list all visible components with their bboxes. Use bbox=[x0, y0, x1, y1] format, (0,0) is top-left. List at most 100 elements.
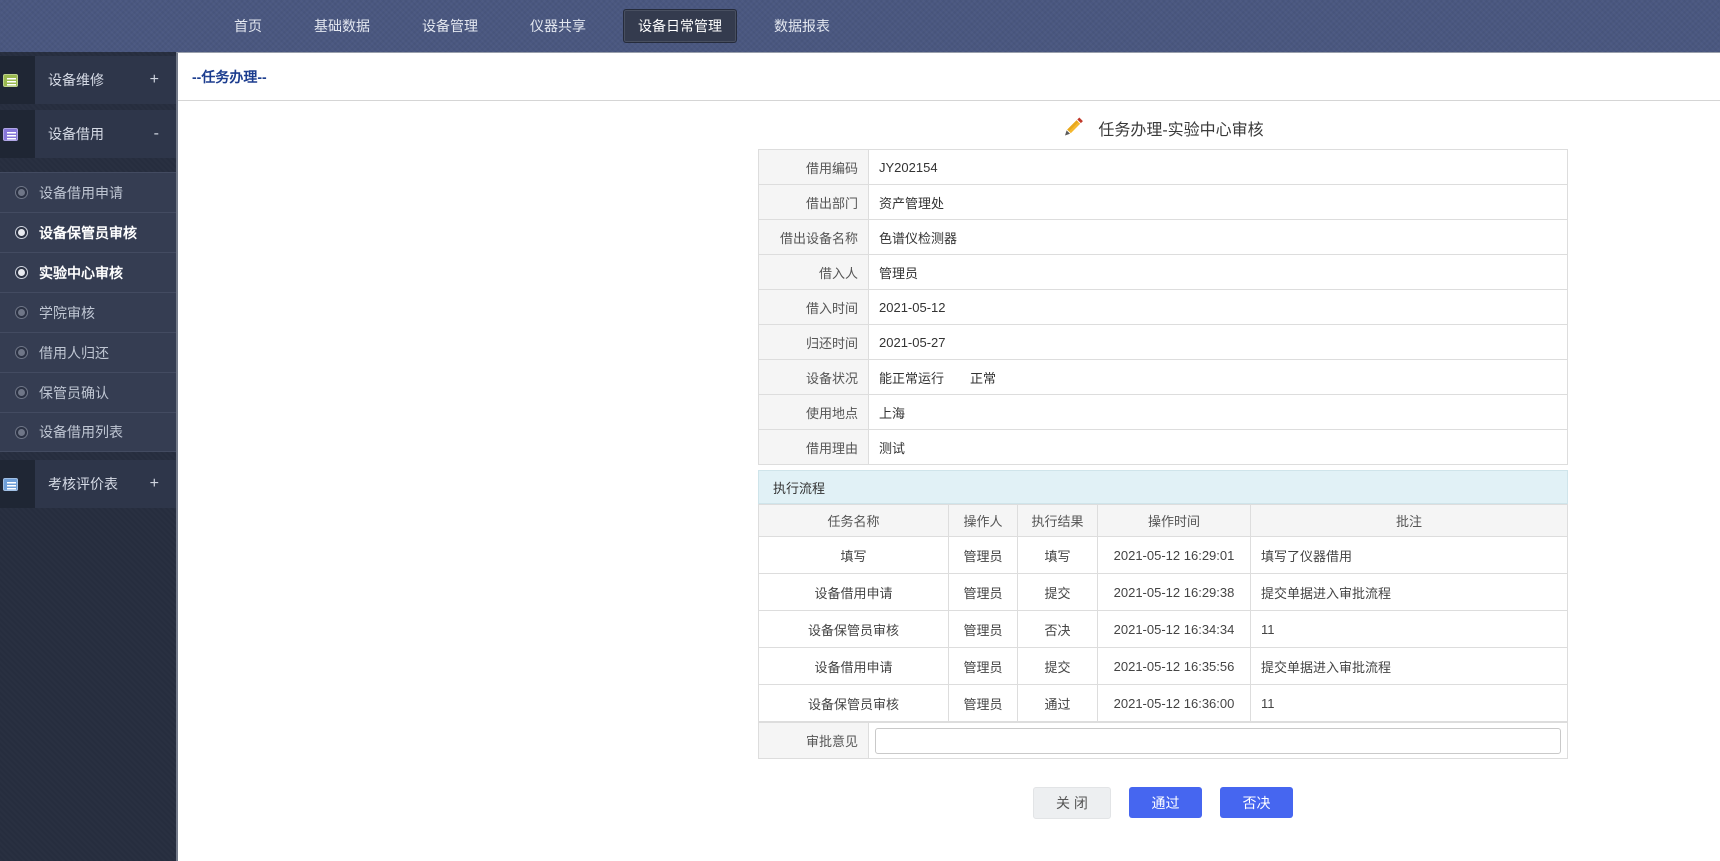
approval-comment-input[interactable] bbox=[875, 728, 1561, 754]
sidebar-item-custodian-confirm[interactable]: 保管员确认 bbox=[0, 372, 176, 412]
approve-button[interactable]: 通过 bbox=[1129, 787, 1202, 818]
field-value: JY202154 bbox=[869, 150, 1568, 185]
nav-item-daily-management[interactable]: 设备日常管理 bbox=[623, 9, 737, 43]
table-row: 使用地点上海 bbox=[759, 395, 1568, 430]
table-row: 借用理由测试 bbox=[759, 430, 1568, 465]
field-label: 借入时间 bbox=[759, 290, 869, 325]
field-value: 2021-05-27 bbox=[869, 325, 1568, 360]
sidebar-item-college-review[interactable]: 学院审核 bbox=[0, 292, 176, 332]
result-cell: 提交 bbox=[1018, 648, 1098, 685]
column-header: 操作人 bbox=[949, 505, 1018, 537]
field-label: 设备状况 bbox=[759, 360, 869, 395]
sidebar-group-label: 设备借用 bbox=[35, 110, 154, 158]
sidebar-item-label: 设备借用列表 bbox=[39, 422, 123, 442]
field-value: 上海 bbox=[869, 395, 1568, 430]
field-label: 借出部门 bbox=[759, 185, 869, 220]
bullet-icon bbox=[18, 269, 25, 276]
field-label: 借出设备名称 bbox=[759, 220, 869, 255]
table-row: 审批意见 bbox=[759, 723, 1568, 759]
time-cell: 2021-05-12 16:35:56 bbox=[1098, 648, 1251, 685]
result-cell: 填写 bbox=[1018, 537, 1098, 574]
expand-plus-icon: + bbox=[150, 460, 176, 508]
operator-cell: 管理员 bbox=[949, 574, 1018, 611]
sidebar-group-equipment-repair[interactable]: 设备维修 + bbox=[0, 56, 176, 104]
operator-cell: 管理员 bbox=[949, 685, 1018, 722]
sidebar-item-custodian-review[interactable]: 设备保管员审核 bbox=[0, 212, 176, 252]
expand-plus-icon: + bbox=[150, 56, 176, 104]
action-button-row: 关 闭 通过 否决 bbox=[758, 787, 1568, 819]
table-row: 借入时间2021-05-12 bbox=[759, 290, 1568, 325]
table-row: 借出设备名称色谱仪检测器 bbox=[759, 220, 1568, 255]
note-cell: 提交单据进入审批流程 bbox=[1251, 574, 1568, 611]
approval-label: 审批意见 bbox=[759, 723, 869, 759]
table-row: 填写 管理员 填写 2021-05-12 16:29:01 填写了仪器借用 bbox=[759, 537, 1568, 574]
column-header: 批注 bbox=[1251, 505, 1568, 537]
sidebar-item-label: 学院审核 bbox=[39, 303, 95, 323]
sidebar-group-evaluation-form[interactable]: 考核评价表 + bbox=[0, 460, 176, 508]
operator-cell: 管理员 bbox=[949, 537, 1018, 574]
note-cell: 提交单据进入审批流程 bbox=[1251, 648, 1568, 685]
table-row: 归还时间2021-05-27 bbox=[759, 325, 1568, 360]
sidebar-group-label: 设备维修 bbox=[35, 56, 150, 104]
result-cell: 通过 bbox=[1018, 685, 1098, 722]
task-name-cell: 设备保管员审核 bbox=[759, 611, 949, 648]
reject-button[interactable]: 否决 bbox=[1220, 787, 1293, 818]
sidebar-item-label: 保管员确认 bbox=[39, 383, 109, 403]
sidebar-item-label: 实验中心审核 bbox=[39, 263, 123, 283]
task-name-cell: 设备借用申请 bbox=[759, 648, 949, 685]
sidebar-item-borrow-apply[interactable]: 设备借用申请 bbox=[0, 172, 176, 212]
field-value: 2021-05-12 bbox=[869, 290, 1568, 325]
main-content: --任务办理-- 任务办理-实验中心审核 借用编码JY202154 借出部门资产… bbox=[176, 52, 1720, 861]
sidebar-item-borrower-return[interactable]: 借用人归还 bbox=[0, 332, 176, 372]
table-row: 设备保管员审核 管理员 否决 2021-05-12 16:34:34 11 bbox=[759, 611, 1568, 648]
approval-row: 审批意见 bbox=[758, 722, 1568, 759]
sidebar-item-lab-center-review[interactable]: 实验中心审核 bbox=[0, 252, 176, 292]
table-row: 借入人管理员 bbox=[759, 255, 1568, 290]
field-value: 能正常运行 正常 bbox=[869, 360, 1568, 395]
nav-item-basic-data[interactable]: 基础数据 bbox=[299, 9, 385, 43]
time-cell: 2021-05-12 16:34:34 bbox=[1098, 611, 1251, 648]
field-value: 测试 bbox=[869, 430, 1568, 465]
process-section-header: 执行流程 bbox=[758, 470, 1568, 504]
field-label: 借用编码 bbox=[759, 150, 869, 185]
field-label: 借用理由 bbox=[759, 430, 869, 465]
field-value: 资产管理处 bbox=[869, 185, 1568, 220]
operator-cell: 管理员 bbox=[949, 648, 1018, 685]
time-cell: 2021-05-12 16:29:38 bbox=[1098, 574, 1251, 611]
sidebar-icon-col bbox=[0, 56, 35, 104]
sidebar-submenu: 设备借用申请 设备保管员审核 实验中心审核 学院审核 借用人归还 保管员确认 设… bbox=[0, 172, 176, 452]
column-header: 任务名称 bbox=[759, 505, 949, 537]
process-section-title: 执行流程 bbox=[773, 478, 825, 497]
list-icon bbox=[3, 478, 18, 491]
sidebar: 设备维修 + 设备借用 - 设备借用申请 设备保管员审核 实验中心审核 学院审核… bbox=[0, 52, 176, 861]
bullet-icon bbox=[18, 189, 25, 196]
note-cell: 填写了仪器借用 bbox=[1251, 537, 1568, 574]
process-table: 任务名称 操作人 执行结果 操作时间 批注 填写 管理员 填写 2021-05-… bbox=[758, 504, 1568, 722]
sidebar-group-equipment-borrow[interactable]: 设备借用 - bbox=[0, 110, 176, 158]
bullet-icon bbox=[18, 429, 25, 436]
field-label: 归还时间 bbox=[759, 325, 869, 360]
title-row: 任务办理-实验中心审核 bbox=[758, 107, 1568, 149]
bullet-icon bbox=[18, 389, 25, 396]
breadcrumb: --任务办理-- bbox=[192, 67, 267, 87]
page-title: 任务办理-实验中心审核 bbox=[1098, 116, 1263, 140]
field-label: 使用地点 bbox=[759, 395, 869, 430]
table-row: 借出部门资产管理处 bbox=[759, 185, 1568, 220]
nav-item-equipment-management[interactable]: 设备管理 bbox=[407, 9, 493, 43]
nav-item-data-reports[interactable]: 数据报表 bbox=[759, 9, 845, 43]
bullet-icon bbox=[18, 349, 25, 356]
table-header-row: 任务名称 操作人 执行结果 操作时间 批注 bbox=[759, 505, 1568, 537]
close-button[interactable]: 关 闭 bbox=[1033, 787, 1111, 819]
note-cell: 11 bbox=[1251, 611, 1568, 648]
table-row: 设备状况能正常运行 正常 bbox=[759, 360, 1568, 395]
list-icon bbox=[3, 74, 18, 87]
table-row: 借用编码JY202154 bbox=[759, 150, 1568, 185]
sidebar-item-borrow-list[interactable]: 设备借用列表 bbox=[0, 412, 176, 452]
table-row: 设备借用申请 管理员 提交 2021-05-12 16:35:56 提交单据进入… bbox=[759, 648, 1568, 685]
nav-item-instrument-sharing[interactable]: 仪器共享 bbox=[515, 9, 601, 43]
top-bar: 首页 基础数据 设备管理 仪器共享 设备日常管理 数据报表 bbox=[0, 0, 1720, 52]
main-nav: 首页 基础数据 设备管理 仪器共享 设备日常管理 数据报表 bbox=[176, 0, 856, 52]
bullet-icon bbox=[18, 229, 25, 236]
nav-item-home[interactable]: 首页 bbox=[219, 9, 277, 43]
sidebar-item-label: 设备借用申请 bbox=[39, 183, 123, 203]
